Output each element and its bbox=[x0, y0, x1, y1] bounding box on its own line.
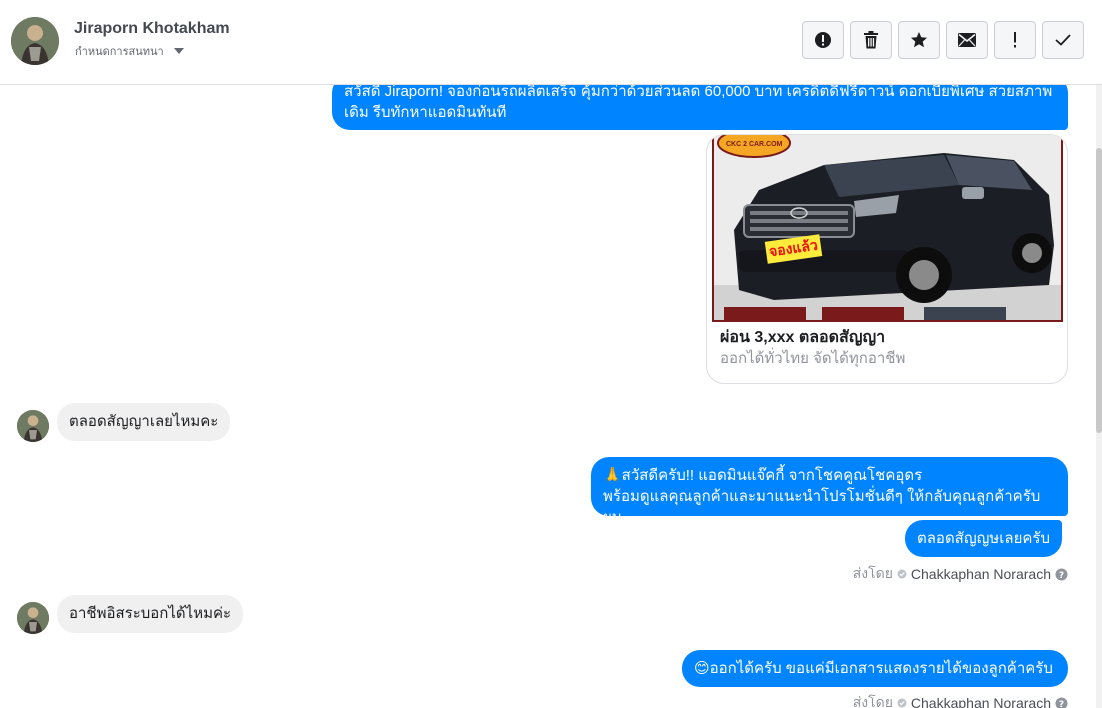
caret-down-icon bbox=[173, 48, 184, 54]
scrollbar-thumb[interactable] bbox=[1096, 148, 1102, 433]
header-actions bbox=[802, 21, 1084, 59]
message-outgoing[interactable]: 🙏สวัสดีครับ!! แอดมินแจ๊คกี้ จากโชคคูณโชค… bbox=[591, 457, 1068, 526]
verified-dot-icon bbox=[897, 569, 907, 579]
message-text: ตลอดสัญญาเลยไหมคะ bbox=[69, 413, 219, 430]
message-thread: สวัสดี Jiraporn! จองก่อนรถผลิตเสร็จ คุ้ม… bbox=[0, 85, 1102, 708]
message-text: อาชีพอิสระบอกได้ไหมค่ะ bbox=[69, 605, 232, 622]
verified-dot-icon bbox=[897, 698, 907, 708]
agent-name-link[interactable]: Chakkaphan Norarach bbox=[911, 695, 1051, 708]
message-incoming[interactable]: อาชีพอิสระบอกได้ไหมค่ะ bbox=[57, 595, 244, 633]
mark-unread-button[interactable] bbox=[946, 21, 988, 59]
follow-up-button[interactable] bbox=[994, 21, 1036, 59]
message-incoming[interactable]: ตลอดสัญญาเลยไหมคะ bbox=[57, 403, 231, 441]
contact-avatar[interactable] bbox=[11, 17, 59, 65]
card-subtitle: ออกได้ทั่วไทย จัดได้ทุกอาชีพ bbox=[720, 350, 906, 367]
message-text: ตลอดสัญญษเลยครับ bbox=[917, 530, 1051, 547]
conversation-label-dropdown[interactable]: กำหนดการสนทนา bbox=[75, 42, 184, 60]
star-button[interactable] bbox=[898, 21, 940, 59]
contact-name[interactable]: Jiraporn Khotakham bbox=[74, 20, 230, 38]
sent-by-info: ส่งโดย Chakkaphan Norarach ? bbox=[853, 563, 1068, 585]
product-image[interactable]: CKC 2 CAR.COM จองแล้ว bbox=[712, 135, 1063, 322]
message-text: 😊ออกได้ครับ ขอแค่มีเอกสารแสดงรายได้ของลู… bbox=[694, 660, 1053, 677]
product-card[interactable]: CKC 2 CAR.COM จองแล้ว ผ่อน 3,xxx ตลอดสัญ… bbox=[706, 134, 1068, 384]
check-icon bbox=[1055, 34, 1071, 46]
star-icon bbox=[911, 32, 927, 48]
conversation-header: Jiraporn Khotakham กำหนดการสนทนา bbox=[0, 0, 1102, 85]
delete-button[interactable] bbox=[850, 21, 892, 59]
watermark-text: CKC 2 CAR.COM bbox=[726, 141, 783, 148]
sent-by-label: ส่งโดย bbox=[852, 565, 893, 581]
message-outgoing[interactable]: สวัสดี Jiraporn! จองก่อนรถผลิตเสร็จ คุ้ม… bbox=[332, 85, 1068, 130]
help-icon[interactable]: ? bbox=[1055, 568, 1068, 581]
message-text: สวัสดี Jiraporn! จองก่อนรถผลิตเสร็จ คุ้ม… bbox=[344, 85, 1053, 121]
message-outgoing[interactable]: 😊ออกได้ครับ ขอแค่มีเอกสารแสดงรายได้ของลู… bbox=[682, 650, 1068, 687]
conversation-label-text: กำหนดการสนทนา bbox=[75, 46, 164, 58]
contact-avatar-small[interactable] bbox=[17, 410, 49, 442]
alert-circle-icon bbox=[815, 32, 831, 48]
exclamation-icon bbox=[1014, 32, 1016, 48]
contact-avatar-small[interactable] bbox=[17, 602, 49, 634]
spam-button[interactable] bbox=[802, 21, 844, 59]
sent-by-label: ส่งโดย bbox=[852, 694, 893, 708]
help-icon[interactable]: ? bbox=[1055, 697, 1068, 708]
sent-by-info: ส่งโดย Chakkaphan Norarach ? bbox=[853, 692, 1068, 708]
svg-text:?: ? bbox=[1059, 571, 1064, 581]
envelope-icon bbox=[958, 33, 976, 47]
message-outgoing[interactable]: ตลอดสัญญษเลยครับ bbox=[905, 520, 1063, 557]
pickup-truck-image bbox=[714, 135, 1061, 320]
svg-text:?: ? bbox=[1059, 700, 1064, 708]
agent-name-link[interactable]: Chakkaphan Norarach bbox=[911, 566, 1051, 582]
trash-icon bbox=[864, 31, 878, 49]
message-text-line: 🙏สวัสดีครับ!! แอดมินแจ๊คกี้ จากโชคคูณโชค… bbox=[603, 467, 923, 484]
done-button[interactable] bbox=[1042, 21, 1084, 59]
